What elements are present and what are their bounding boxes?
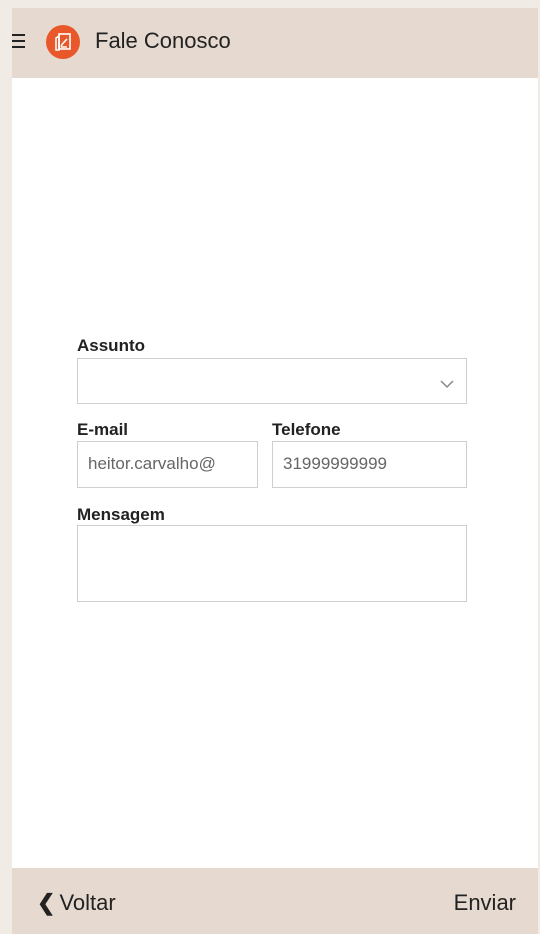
hamburger-menu-icon[interactable] <box>12 34 26 48</box>
chevron-left-icon: ❮ <box>37 890 56 915</box>
app-window: Fale Conosco Assunto E-mail heitor.carva… <box>12 8 538 934</box>
assunto-label: Assunto <box>77 336 145 355</box>
mensagem-label: Mensagem <box>77 505 165 524</box>
send-button[interactable]: Enviar <box>454 890 516 916</box>
email-label: E-mail <box>77 420 129 439</box>
page-title: Fale Conosco <box>95 28 231 53</box>
email-field[interactable]: heitor.carvalho@ <box>77 441 258 488</box>
top-bar: Fale Conosco <box>12 8 538 78</box>
bottom-bar: ❮ Voltar Enviar <box>12 868 538 934</box>
assunto-select[interactable] <box>77 358 467 404</box>
back-label: Voltar <box>59 890 116 915</box>
email-value: heitor.carvalho@ <box>88 454 216 473</box>
back-button[interactable]: ❮ Voltar <box>37 890 116 916</box>
chevron-down-icon <box>440 376 454 394</box>
telefone-label: Telefone <box>272 420 341 439</box>
mensagem-textarea[interactable] <box>77 525 467 602</box>
screen-background: Fale Conosco Assunto E-mail heitor.carva… <box>0 0 540 934</box>
telefone-value: 31999999999 <box>283 454 388 473</box>
app-logo-icon <box>46 25 80 59</box>
telefone-field[interactable]: 31999999999 <box>272 441 467 488</box>
